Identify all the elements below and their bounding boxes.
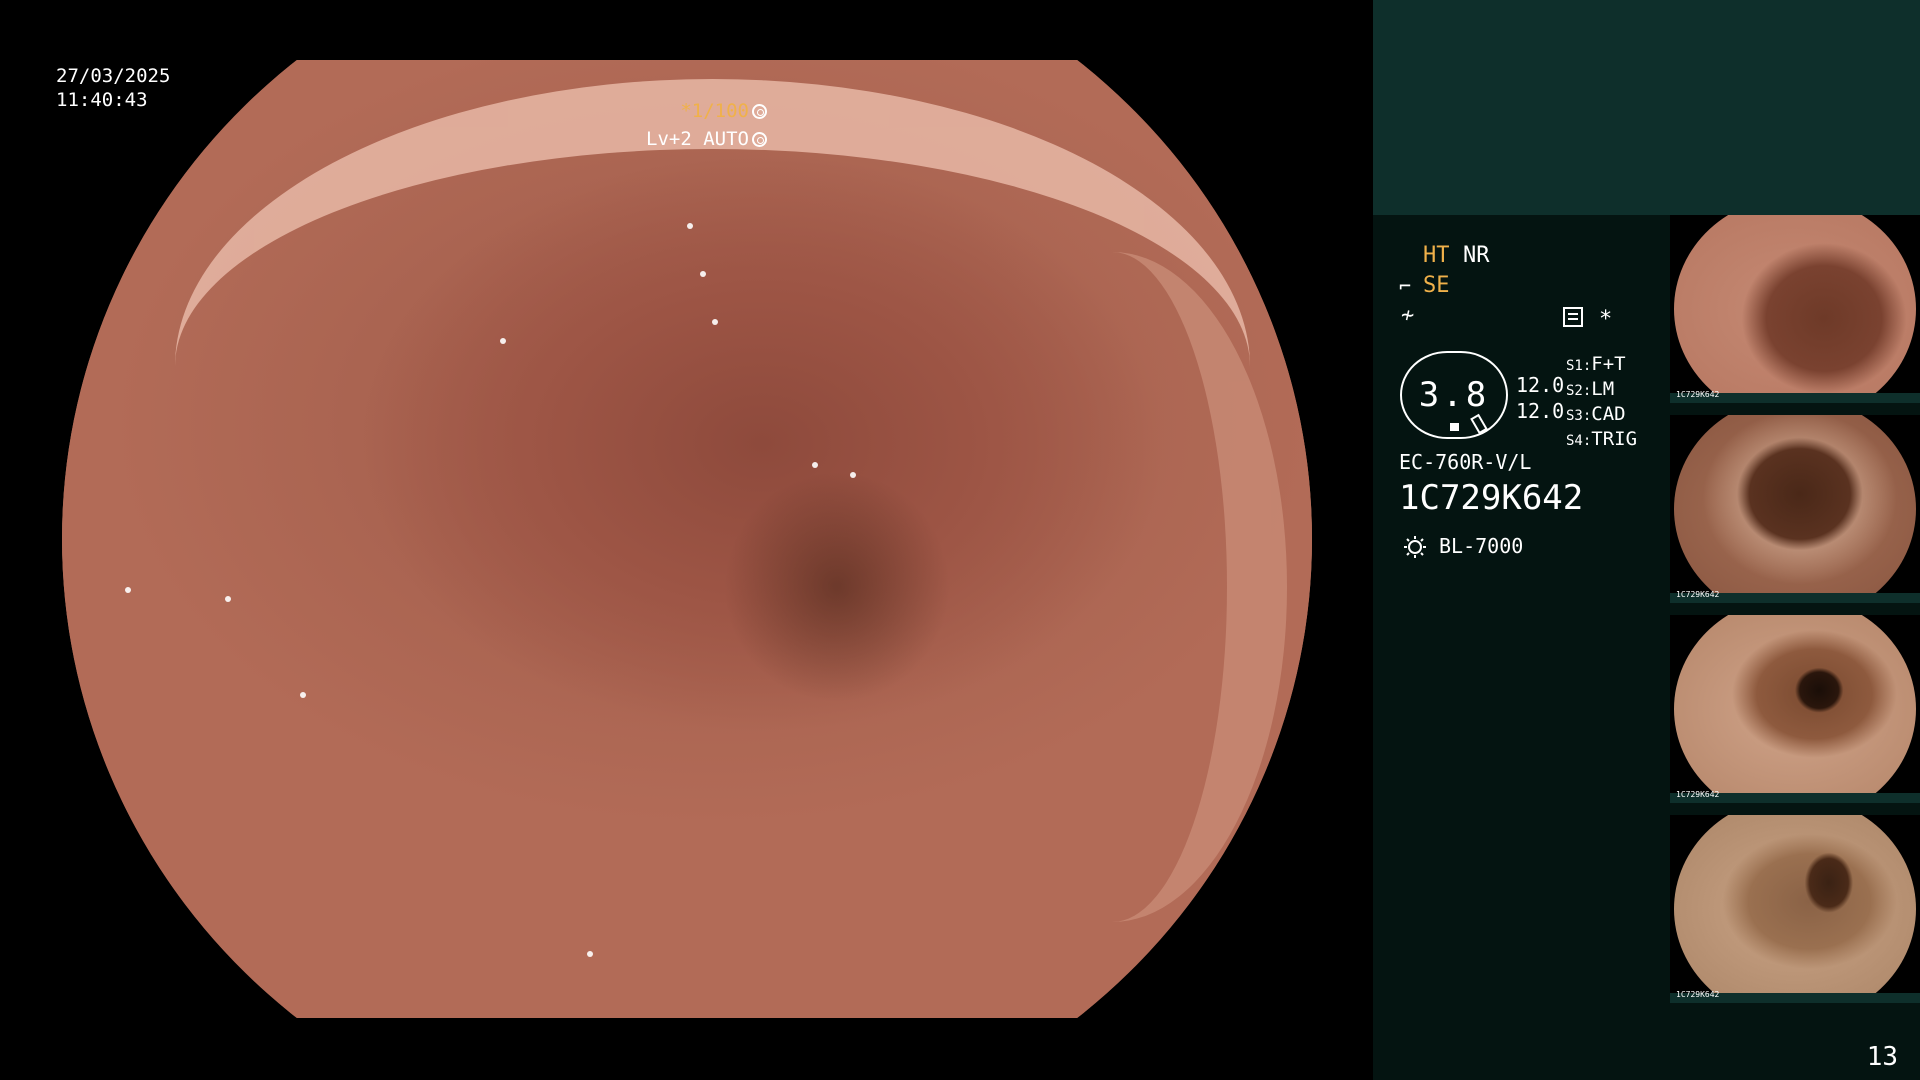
light-reflection — [687, 222, 693, 229]
auto-exposure-icon — [752, 132, 767, 147]
ht-indicator: HT — [1423, 243, 1450, 268]
gauge-marker — [1450, 423, 1459, 431]
nr-indicator: NR — [1463, 243, 1490, 268]
endoscopy-thumbnail — [1674, 215, 1916, 403]
gauge-right-value: 12.0 — [1516, 399, 1565, 423]
light-reflection — [712, 318, 718, 325]
light-reflection — [299, 692, 306, 699]
gauge-pointer-icon — [1470, 413, 1488, 435]
switch-s2: S2:LM — [1566, 378, 1615, 400]
info-panel: HT NR ⌐ SE ≁ * 3.8 12.0 12.0 S1:F+T S2:L… — [1373, 215, 1920, 1080]
osd-exposure-level: Lv+2 AUTO — [646, 127, 767, 151]
star-indicator: * — [1599, 307, 1613, 332]
osd-shutter-speed: *1/100 — [680, 99, 767, 123]
thumbnail-label: 1C729K642 — [1676, 790, 1720, 799]
scope-serial: 1C729K642 — [1399, 478, 1584, 518]
menu-icon — [1563, 307, 1583, 327]
switch-s4: S4:TRIG — [1566, 428, 1638, 450]
light-bulb-icon — [1404, 536, 1426, 558]
color-mode-icon: ≁ — [1401, 303, 1415, 328]
brightness-gauge: 3.8 — [1400, 351, 1508, 439]
mucosal-fold — [937, 251, 1287, 923]
capture-thumbnail-3[interactable]: 1C729K642 — [1670, 615, 1920, 803]
se-indicator: SE — [1423, 273, 1450, 298]
light-reflection — [587, 950, 593, 957]
osd-date: 27/03/2025 — [56, 65, 171, 87]
capture-thumbnail-2[interactable]: 1C729K642 — [1670, 415, 1920, 603]
light-source: BL-7000 — [1439, 534, 1524, 558]
endoscope-live-image — [62, 60, 1312, 1018]
capture-thumbnail-4[interactable]: 1C729K642 — [1670, 815, 1920, 1003]
endoscopy-thumbnail — [1674, 615, 1916, 803]
page-number: 13 — [1866, 1042, 1898, 1072]
thumbnail-label: 1C729K642 — [1676, 390, 1720, 399]
endoscopy-thumbnail — [1674, 415, 1916, 603]
scope-model: EC-760R-V/L — [1399, 450, 1532, 474]
structure-enhance-icon: ⌐ — [1399, 274, 1412, 298]
capture-thumbnail-1[interactable]: 1C729K642 — [1670, 215, 1920, 403]
iris-icon — [752, 104, 767, 119]
level-value: Lv+2 AUTO — [646, 128, 749, 150]
thumbnail-label: 1C729K642 — [1676, 990, 1720, 999]
light-reflection — [124, 586, 131, 593]
thumbnail-label: 1C729K642 — [1676, 590, 1720, 599]
gauge-value: 3.8 — [1418, 375, 1490, 415]
osd-time: 11:40:43 — [56, 89, 148, 111]
switch-s3: S3:CAD — [1566, 403, 1626, 425]
panel-header — [1373, 0, 1920, 215]
light-reflection — [224, 596, 231, 603]
light-reflection — [812, 462, 818, 469]
switch-s1: S1:F+T — [1566, 353, 1626, 375]
light-reflection — [499, 337, 506, 344]
main-endoscope-view: 27/03/2025 11:40:43 *1/100 Lv+2 AUTO — [0, 0, 1373, 1080]
endoscopy-thumbnail — [1674, 815, 1916, 1003]
shutter-value: *1/100 — [680, 100, 749, 122]
light-reflection — [849, 471, 856, 478]
gauge-left-value: 12.0 — [1516, 373, 1565, 397]
light-reflection — [699, 270, 706, 277]
